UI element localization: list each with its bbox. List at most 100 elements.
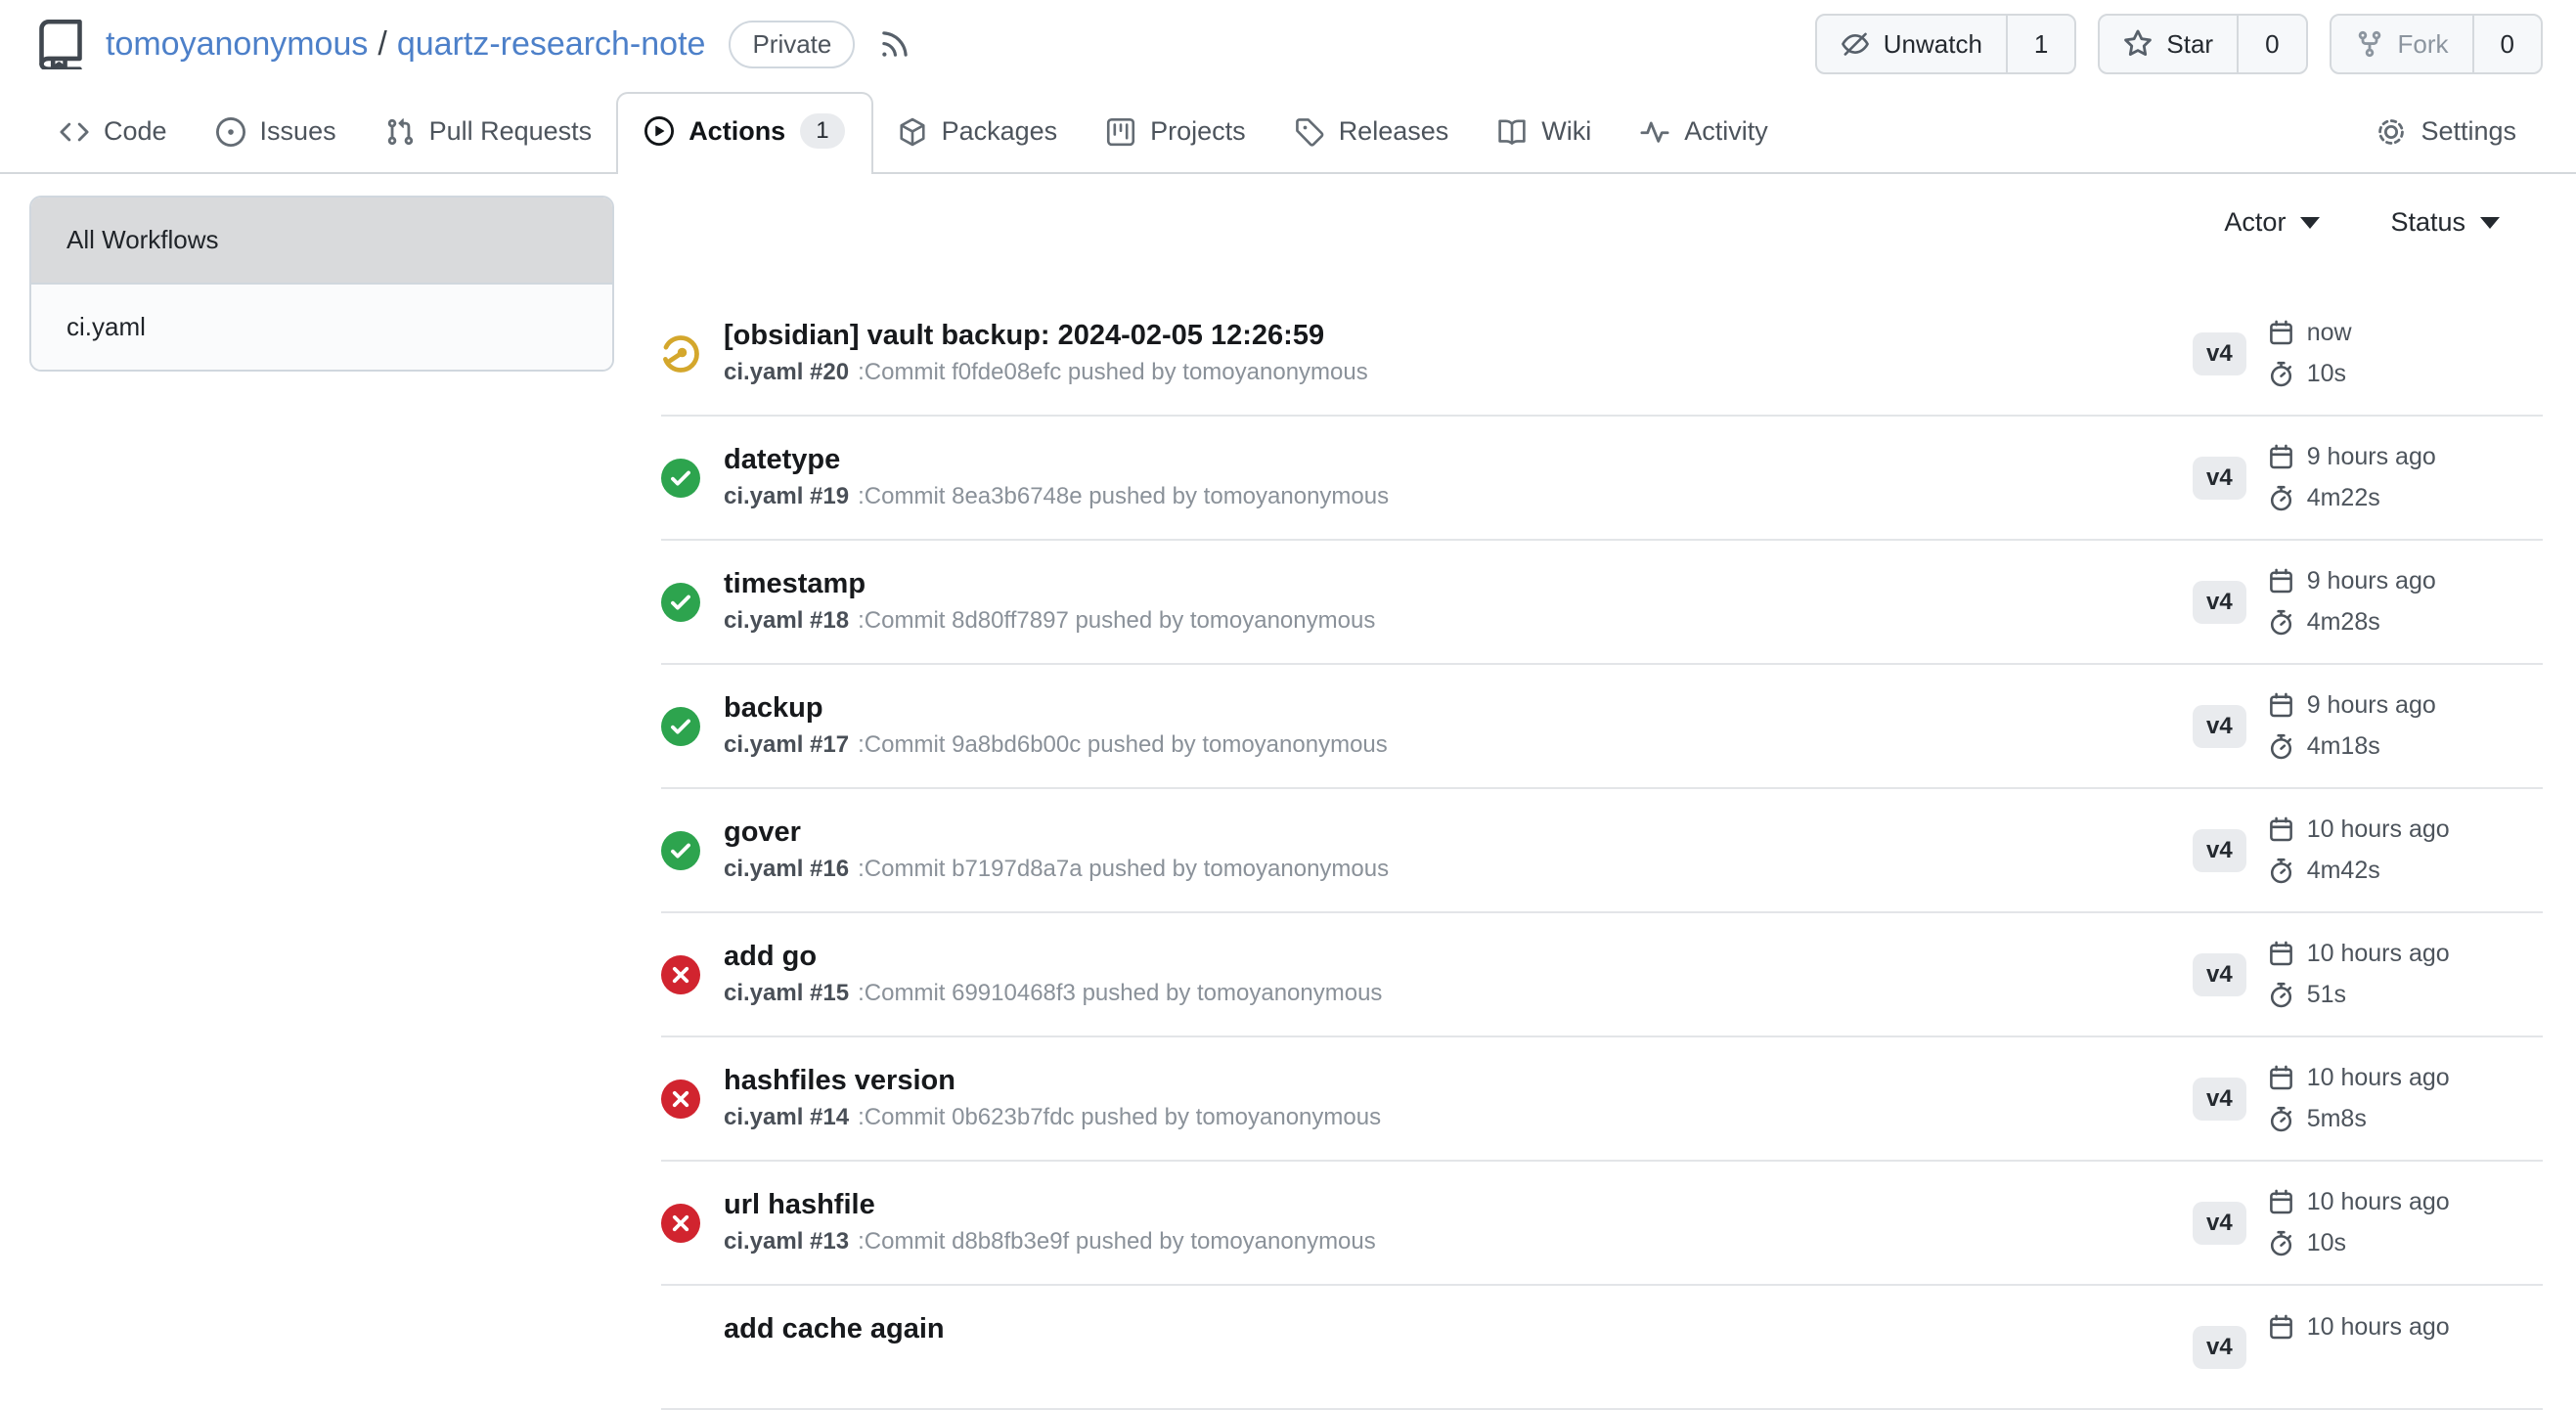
run-duration-label: 4m22s [2307, 484, 2380, 512]
tab-packages[interactable]: Packages [873, 116, 1083, 172]
sidebar-item-ci-yaml[interactable]: ci.yaml [31, 283, 612, 370]
run-meta-block: v4 9 hours ago 4m18s [2193, 691, 2543, 761]
run-started-time: 9 hours ago [2268, 567, 2436, 595]
run-time-label: now [2307, 319, 2352, 347]
sidebar-item-all-workflows[interactable]: All Workflows [31, 198, 612, 283]
calendar-icon [2268, 1065, 2294, 1091]
tab-issues[interactable]: Issues [192, 116, 361, 172]
code-icon [60, 117, 89, 147]
unwatch-button[interactable]: Unwatch 1 [1815, 14, 2077, 74]
workflow-run-row: timestamp ci.yaml #18:Commit 8d80ff7897 … [661, 541, 2543, 665]
tab-code[interactable]: Code [35, 116, 192, 172]
status-in-progress-icon [661, 334, 700, 374]
tab-label: Code [104, 116, 167, 147]
issue-opened-icon [216, 117, 245, 147]
git-pull-request-icon [385, 117, 415, 147]
calendar-icon [2268, 1189, 2294, 1215]
header-button-main[interactable]: Fork [2332, 16, 2472, 72]
run-summary: ci.yaml #15:Commit 69910468f3 pushed by … [724, 980, 1382, 1009]
run-time-label: 10 hours ago [2307, 1313, 2450, 1342]
run-summary [724, 1352, 945, 1382]
tab-actions[interactable]: Actions 1 [616, 92, 872, 174]
run-started-time: 9 hours ago [2268, 443, 2436, 471]
fork-button[interactable]: Fork 0 [2330, 14, 2543, 74]
tab-pull-requests[interactable]: Pull Requests [361, 116, 617, 172]
run-workflow-ref: ci.yaml #17 [724, 731, 849, 758]
run-summary: ci.yaml #20:Commit f0fde08efc pushed by … [724, 359, 1368, 388]
tab-wiki[interactable]: Wiki [1473, 116, 1616, 172]
run-title-link[interactable]: add cache again [724, 1313, 945, 1345]
tab-projects[interactable]: Projects [1082, 116, 1270, 172]
run-text: timestamp ci.yaml #18:Commit 8d80ff7897 … [724, 568, 1375, 637]
run-duration: 4m18s [2268, 732, 2436, 761]
run-duration-label: 51s [2307, 981, 2346, 1009]
run-duration-label: 4m42s [2307, 857, 2380, 885]
run-started-time: 10 hours ago [2268, 1064, 2450, 1092]
run-title-link[interactable]: [obsidian] vault backup: 2024-02-05 12:2… [724, 320, 1368, 352]
run-times: 10 hours ago 10s [2268, 1188, 2450, 1257]
workflow-run-row: backup ci.yaml #17:Commit 9a8bd6b00c pus… [661, 665, 2543, 789]
repo-name-link[interactable]: quartz-research-note [397, 25, 706, 64]
tab-releases[interactable]: Releases [1270, 116, 1474, 172]
run-text: add cache again [724, 1313, 945, 1382]
run-times: 9 hours ago 4m22s [2268, 443, 2436, 512]
header-button-main[interactable]: Unwatch [1817, 16, 2006, 72]
run-summary: ci.yaml #14:Commit 0b623b7fdc pushed by … [724, 1104, 1381, 1133]
repo-header: tomoyanonymous / quartz-research-note Pr… [0, 0, 2576, 74]
run-title-link[interactable]: add go [724, 941, 1382, 973]
star-button[interactable]: Star 0 [2098, 14, 2307, 74]
run-meta-block: v4 9 hours ago 4m22s [2193, 443, 2543, 512]
fork-icon [2355, 29, 2384, 59]
run-started-time: now [2268, 319, 2352, 347]
actions-page: All Workflows ci.yaml Actor Status [obsi… [0, 174, 2576, 1410]
header-button-main[interactable]: Star [2100, 16, 2237, 72]
calendar-icon [2268, 568, 2294, 595]
chevron-down-icon [2480, 217, 2500, 229]
status-success-icon [661, 583, 700, 622]
run-summary: ci.yaml #16:Commit b7197d8a7a pushed by … [724, 856, 1389, 885]
tab-activity[interactable]: Activity [1616, 116, 1793, 172]
gear-icon [2376, 117, 2406, 147]
run-meta-block: v4 10 hours ago 51s [2193, 940, 2543, 1009]
run-workflow-ref: ci.yaml #19 [724, 483, 849, 509]
header-button-count[interactable]: 0 [2237, 16, 2305, 72]
repo-owner-link[interactable]: tomoyanonymous [106, 25, 368, 64]
run-duration-label: 10s [2307, 1229, 2346, 1257]
status-failure-icon [661, 1204, 700, 1243]
run-title-link[interactable]: datetype [724, 444, 1389, 476]
workflow-run-row: datetype ci.yaml #19:Commit 8ea3b6748e p… [661, 417, 2543, 541]
status-filter-dropdown[interactable]: Status [2390, 207, 2500, 238]
run-meta-block: v4 now 10s [2193, 319, 2543, 388]
workflows-sidebar: All Workflows ci.yaml [29, 196, 614, 372]
header-button-label: Star [2166, 29, 2213, 60]
run-summary: ci.yaml #17:Commit 9a8bd6b00c pushed by … [724, 731, 1388, 761]
workflow-run-row: hashfiles version ci.yaml #14:Commit 0b6… [661, 1037, 2543, 1162]
run-title-link[interactable]: timestamp [724, 568, 1375, 600]
header-button-count[interactable]: 1 [2006, 16, 2074, 72]
run-text: backup ci.yaml #17:Commit 9a8bd6b00c pus… [724, 692, 1388, 761]
workflow-run-row: [obsidian] vault backup: 2024-02-05 12:2… [661, 292, 2543, 417]
tab-label: Projects [1150, 116, 1246, 147]
rss-feed-icon[interactable] [878, 27, 911, 61]
run-title-link[interactable]: backup [724, 692, 1388, 725]
run-title-link[interactable]: hashfiles version [724, 1065, 1381, 1097]
run-filters: Actor Status [661, 207, 2543, 238]
repo-book-icon [35, 19, 86, 69]
run-times: 10 hours ago 51s [2268, 940, 2450, 1009]
header-button-count[interactable]: 0 [2472, 16, 2541, 72]
run-duration: 10s [2268, 360, 2352, 388]
run-commit-description: :Commit 0b623b7fdc pushed by tomoyanonym… [858, 1104, 1381, 1130]
tab-settings[interactable]: Settings [2352, 116, 2541, 172]
run-workflow-ref: ci.yaml #16 [724, 856, 849, 882]
stopwatch-icon [2268, 858, 2294, 884]
run-summary: ci.yaml #19:Commit 8ea3b6748e pushed by … [724, 483, 1389, 512]
stopwatch-icon [2268, 1106, 2294, 1132]
run-started-time: 10 hours ago [2268, 815, 2450, 844]
run-workflow-ref: ci.yaml #15 [724, 980, 849, 1006]
run-title-link[interactable]: gover [724, 816, 1389, 849]
run-title-link[interactable]: url hashfile [724, 1189, 1376, 1221]
tab-label: Pull Requests [429, 116, 593, 147]
package-icon [898, 117, 927, 147]
actor-filter-dropdown[interactable]: Actor [2224, 207, 2320, 238]
run-started-time: 9 hours ago [2268, 691, 2436, 720]
